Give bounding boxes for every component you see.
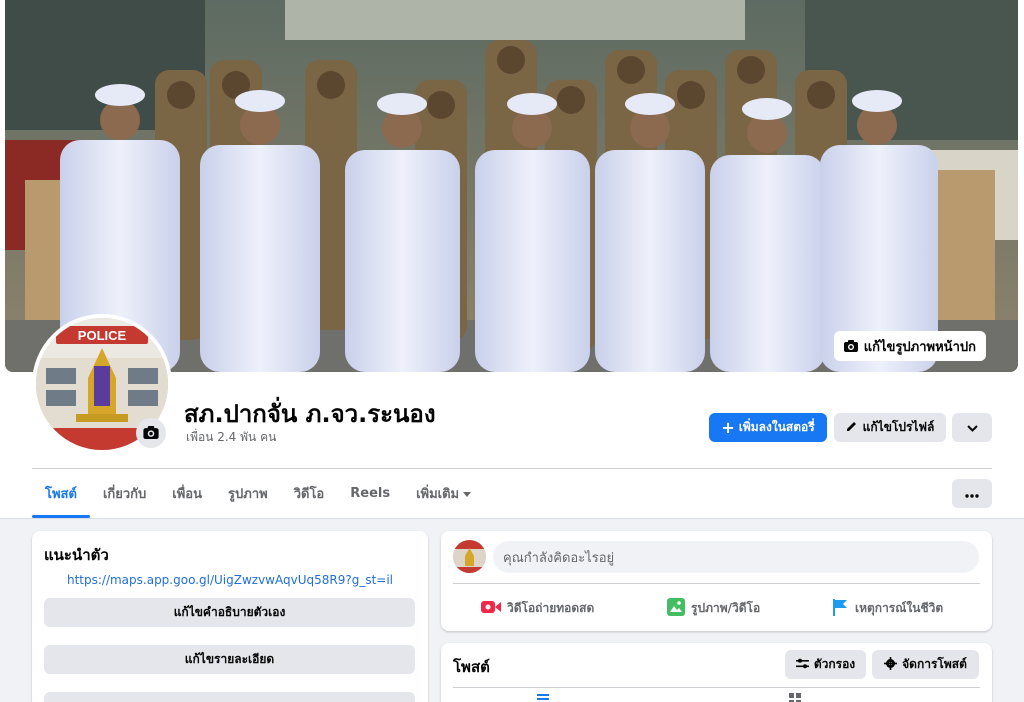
filters-label: ตัวกรอง <box>813 657 856 671</box>
photo-icon <box>667 597 685 619</box>
avatar-sign-text: POLICE <box>78 328 127 343</box>
friends-count[interactable]: เพื่อน 2.4 พัน คน <box>186 428 276 447</box>
avatar-camera-button[interactable] <box>136 418 166 448</box>
cover-photo[interactable]: แก้ไขรูปภาพหน้าปก <box>5 0 1018 372</box>
edit-profile-label: แก้ไขโปรไฟล์ <box>862 420 935 434</box>
flag-icon <box>831 598 849 619</box>
filters-button[interactable]: ตัวกรอง <box>785 650 866 679</box>
more-options-button[interactable] <box>952 479 992 508</box>
sliders-icon <box>795 658 809 672</box>
list-view-tab[interactable] <box>537 693 549 702</box>
grid-view-tab[interactable] <box>789 693 801 702</box>
tab-more[interactable]: เพิ่มเติม <box>403 469 484 518</box>
chevron-down-icon <box>966 421 978 435</box>
live-video-button[interactable]: วิดีโอถ่ายทอดสด <box>481 593 594 623</box>
photo-video-label: รูปภาพ/วิดีโอ <box>691 600 761 615</box>
profile-dropdown-button[interactable] <box>952 413 992 442</box>
list-icon <box>537 693 549 702</box>
ellipsis-icon <box>965 486 979 502</box>
edit-profile-button[interactable]: แก้ไขโปรไฟล์ <box>834 413 946 442</box>
composer-avatar[interactable] <box>453 540 486 573</box>
pencil-icon <box>846 420 858 435</box>
manage-posts-button[interactable]: จัดการโพสต์ <box>872 650 979 679</box>
profile-header: POLICE สภ.ปากจั่น ภ.จว.ระนอง เพื่อน 2.4 … <box>0 314 1024 519</box>
post-composer: คุณกำลังคิดอะไรอยู่ วิดีโอถ่ายทอดสด รูปภ… <box>441 531 992 631</box>
video-camera-icon <box>481 600 501 617</box>
posts-card: โพสต์ ตัวกรอง จัดการโพสต์ <box>441 643 992 702</box>
life-event-label: เหตุการณ์ในชีวิต <box>855 600 944 615</box>
plus-icon: + <box>721 417 735 437</box>
tab-posts[interactable]: โพสต์ <box>32 469 90 518</box>
camera-icon <box>843 340 858 352</box>
tab-more-label: เพิ่มเติม <box>416 487 460 502</box>
tab-reels[interactable]: Reels <box>337 469 403 518</box>
caret-down-icon <box>463 486 472 501</box>
profile-tabs: โพสต์ เกี่ยวกับ เพื่อน รูปภาพ วิดีโอ Ree… <box>32 469 484 518</box>
gear-icon <box>884 656 898 673</box>
edit-details-button[interactable]: แก้ไขรายละเอียด <box>44 645 415 674</box>
intro-card: แนะนำตัว https://maps.app.goo.gl/UigZwzv… <box>32 531 428 702</box>
tab-friends[interactable]: เพื่อน <box>159 469 215 518</box>
intro-link[interactable]: https://maps.app.goo.gl/UigZwzvwAqvUq58R… <box>32 573 428 587</box>
live-video-label: วิดีโอถ่ายทอดสด <box>507 600 595 615</box>
edit-cover-button[interactable]: แก้ไขรูปภาพหน้าปก <box>833 331 986 361</box>
manage-posts-label: จัดการโพสต์ <box>902 657 967 671</box>
composer-divider <box>453 583 980 584</box>
tab-photos[interactable]: รูปภาพ <box>215 469 281 518</box>
edit-bio-button[interactable]: แก้ไขคำอธิบายตัวเอง <box>44 598 415 627</box>
edit-cover-label: แก้ไขรูปภาพหน้าปก <box>863 339 976 355</box>
add-story-button[interactable]: + เพิ่มลงในสตอรี่ <box>709 413 827 442</box>
posts-divider <box>453 687 980 688</box>
cover-photo-image <box>5 0 1018 372</box>
composer-input[interactable]: คุณกำลังคิดอะไรอยู่ <box>493 541 979 573</box>
add-story-label: เพิ่มลงในสตอรี่ <box>738 420 815 434</box>
posts-title: โพสต์ <box>453 658 490 676</box>
grid-icon <box>789 693 801 702</box>
photo-video-button[interactable]: รูปภาพ/วิดีโอ <box>667 593 760 623</box>
cover-section: แก้ไขรูปภาพหน้าปก <box>0 0 1024 372</box>
life-event-button[interactable]: เหตุการณ์ในชีวิต <box>831 593 943 623</box>
tab-about[interactable]: เกี่ยวกับ <box>90 469 159 518</box>
camera-icon <box>143 424 159 443</box>
tab-videos[interactable]: วิดีโอ <box>281 469 338 518</box>
intro-title: แนะนำตัว <box>44 546 109 564</box>
intro-extra-button[interactable] <box>44 692 415 702</box>
